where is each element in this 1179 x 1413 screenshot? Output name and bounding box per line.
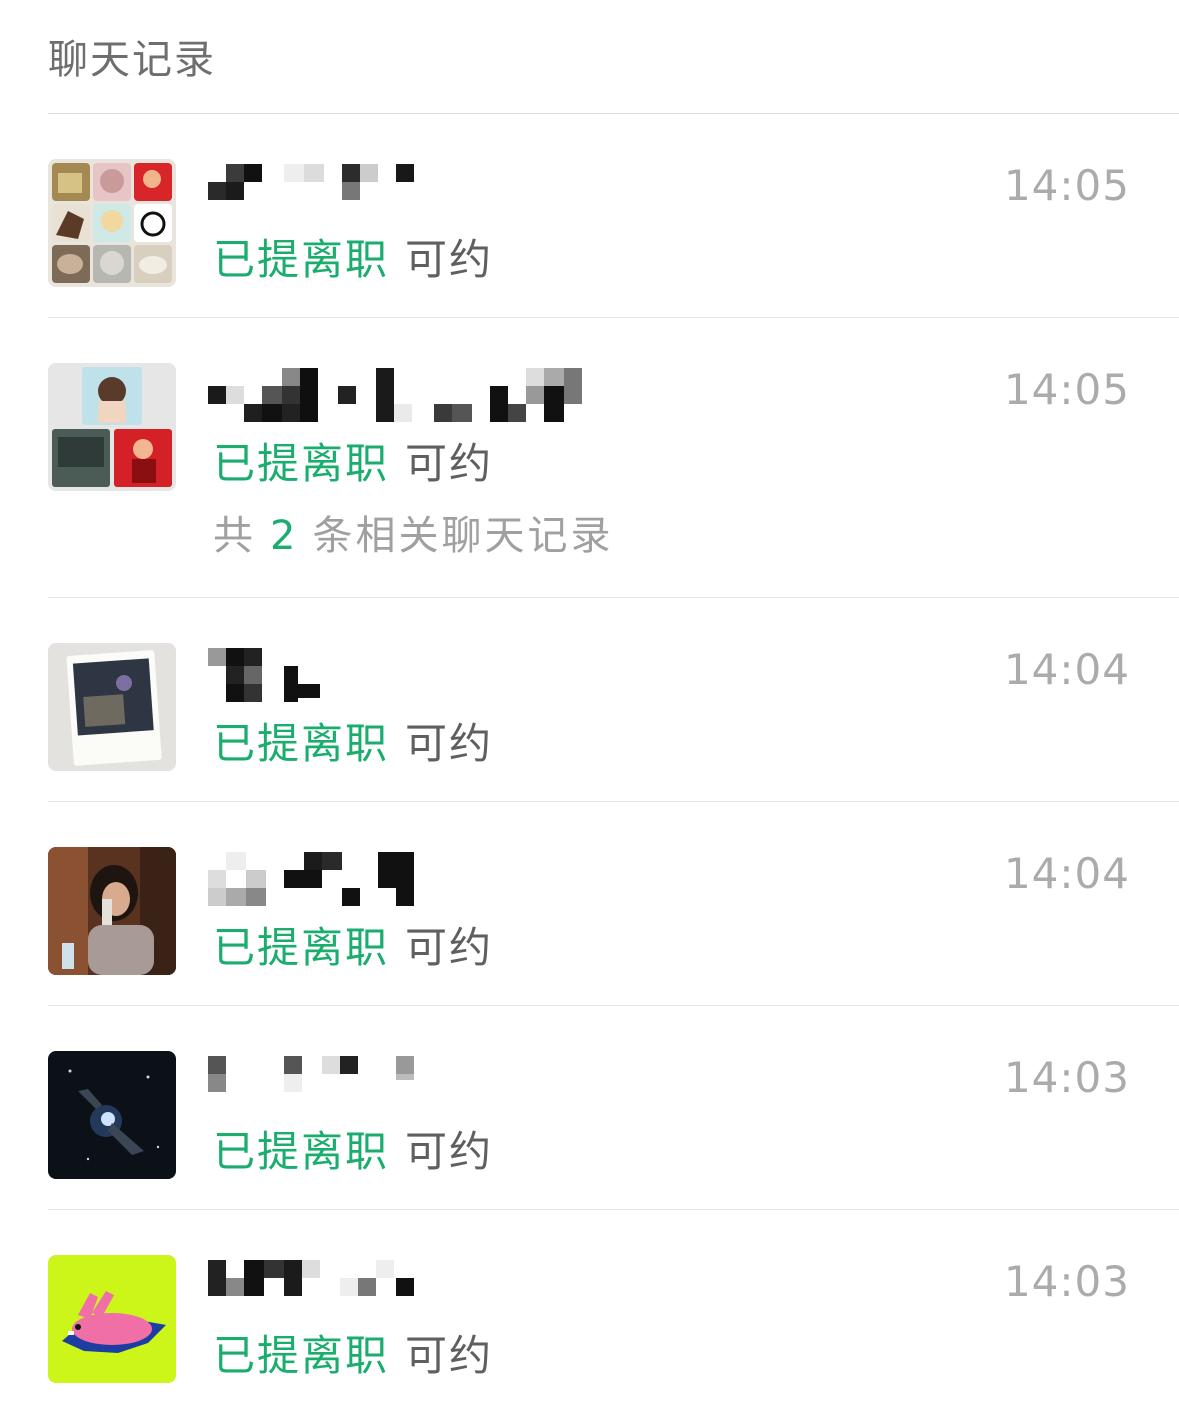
chat-result-item[interactable]: 14:05 已提离职 可约 [48,114,1179,318]
search-highlight: 已提离职 [213,439,390,488]
message-snippet: 已提离职 可约 [213,920,493,976]
snippet-text: 可约 [405,235,494,284]
contact-name-blurred [208,852,418,912]
search-highlight: 已提离职 [213,235,390,284]
chat-history-result-list: 14:05 已提离职 可约 14:05 已提离职 可约 共 2 条相关聊天记录 … [0,114,1179,1413]
search-highlight: 已提离职 [213,1127,390,1176]
message-snippet: 已提离职 可约 [213,436,493,492]
snippet-text: 可约 [405,1127,494,1176]
search-highlight: 已提离职 [213,719,390,768]
contact-name-blurred [208,164,418,224]
snippet-text: 可约 [405,719,494,768]
related-suffix: 条相关聊天记录 [312,513,614,559]
message-time: 14:05 [1003,161,1130,210]
message-time: 14:03 [1003,1053,1130,1102]
snippet-text: 可约 [405,1331,494,1380]
message-time: 14:03 [1003,1257,1130,1306]
chat-result-item[interactable]: 14:05 已提离职 可约 共 2 条相关聊天记录 [48,318,1179,598]
contact-name-blurred [208,1260,418,1320]
snippet-text: 可约 [405,439,494,488]
space-avatar-icon [48,1051,176,1179]
message-time: 14:04 [1003,645,1130,694]
chat-result-item[interactable]: 14:03 已提离职 可约 [48,1006,1179,1210]
message-snippet: 已提离职 可约 [213,1328,493,1384]
chat-result-item[interactable]: 14:03 已提离职 可约 [48,1210,1179,1413]
contact-name-blurred [208,648,328,708]
message-time: 14:04 [1003,849,1130,898]
group-avatar-icon [48,363,176,491]
section-title: 聊天记录 [48,37,216,83]
search-highlight: 已提离职 [213,923,390,972]
chat-result-item[interactable]: 14:04 已提离职 可约 [48,598,1179,802]
polaroid-avatar-icon [48,643,176,771]
chat-result-item[interactable]: 14:04 已提离职 可约 [48,802,1179,1006]
bunny-avatar-icon [48,1255,176,1383]
search-highlight: 已提离职 [213,1331,390,1380]
message-snippet: 已提离职 可约 [213,232,493,288]
related-prefix: 共 [213,513,256,559]
message-snippet: 已提离职 可约 [213,1124,493,1180]
contact-name-blurred [208,1056,418,1116]
photo-avatar-icon [48,847,176,975]
message-time: 14:05 [1003,365,1130,414]
snippet-text: 可约 [405,923,494,972]
related-records-link[interactable]: 共 2 条相关聊天记录 [213,508,613,564]
related-count: 2 [270,513,299,559]
collage-avatar-icon [48,159,176,287]
contact-name-blurred [208,368,588,428]
message-snippet: 已提离职 可约 [213,716,493,772]
